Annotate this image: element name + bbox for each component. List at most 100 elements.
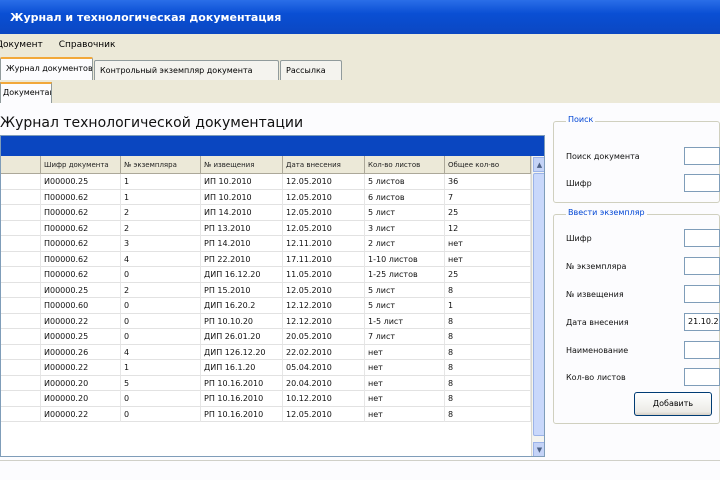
table-cell <box>1 375 41 391</box>
table-cell: 12.05.2010 <box>283 282 365 298</box>
table-cell <box>1 406 41 422</box>
tab-document-journal[interactable]: Журнал документов <box>0 57 93 80</box>
table-cell: И00000.26 <box>41 344 121 360</box>
column-header[interactable]: Шифр документа <box>41 156 121 174</box>
column-header[interactable]: № экземпляра <box>121 156 201 174</box>
column-header[interactable]: Кол-во листов <box>365 156 445 174</box>
grid-caption-bar <box>1 136 544 156</box>
table-cell: 10.12.2010 <box>283 391 365 406</box>
name-input[interactable] <box>684 341 720 359</box>
window-title-bar[interactable]: Журнал и технологическая документация <box>0 0 720 34</box>
table-cell <box>1 174 41 189</box>
scroll-down-icon[interactable]: ▼ <box>533 442 544 456</box>
grid-vertical-scrollbar[interactable]: ▲ ▼ <box>531 156 544 456</box>
table-cell: 12.12.2010 <box>283 313 365 329</box>
tab-control-copy[interactable]: Контрольный экземпляр документа <box>94 60 279 80</box>
table-row[interactable]: И00000.25 0 ДИП 26.01.20 20.05.2010 7 лист 8 <box>1 329 531 345</box>
table-cell <box>1 391 41 406</box>
table-cell: 7 <box>445 189 531 205</box>
table-row[interactable]: И00000.20 0 РП 10.16.2010 10.12.2010 нет 8 <box>1 391 531 407</box>
table-cell: 8 <box>445 313 531 329</box>
table-cell: 8 <box>445 329 531 344</box>
notice-number-input[interactable] <box>684 285 720 303</box>
sheet-count-input[interactable] <box>684 368 720 386</box>
table-cell: 12.05.2010 <box>283 174 365 189</box>
scrollbar-thumb[interactable] <box>533 173 544 436</box>
add-cipher-input[interactable] <box>684 229 720 247</box>
table-cell: 22.02.2010 <box>283 344 365 360</box>
table-cell: ДИП 16.20.2 <box>201 298 283 313</box>
search-group-title: Поиск <box>566 115 596 124</box>
table-row[interactable]: И00000.22 0 РП 10.16.2010 12.05.2010 нет 8 <box>1 406 531 422</box>
table-cell: 5 лист <box>365 282 445 298</box>
search-document-input[interactable] <box>684 147 720 165</box>
table-row[interactable]: П00000.62 3 РП 14.2010 12.11.2010 2 лист нет <box>1 236 531 252</box>
table-cell <box>1 267 41 282</box>
table-cell <box>1 189 41 205</box>
subtab-documentation[interactable]: Документация <box>0 82 52 103</box>
table-cell: нет <box>365 391 445 406</box>
table-row[interactable]: И00000.25 1 ИП 10.2010 12.05.2010 5 листов 36 <box>1 174 531 190</box>
column-header[interactable] <box>1 156 41 174</box>
menu-item-document[interactable]: Документ <box>0 40 51 50</box>
table-cell: 11.05.2010 <box>283 267 365 282</box>
column-header[interactable]: Общее кол-во <box>445 156 531 174</box>
table-cell: 5 <box>121 375 201 391</box>
table-cell: 8 <box>445 360 531 375</box>
table-cell: 20.04.2010 <box>283 375 365 391</box>
table-cell: 1-10 листов <box>365 251 445 267</box>
tab-distribution[interactable]: Рассылка <box>280 60 342 80</box>
table-cell: 5 лист <box>365 205 445 220</box>
table-cell <box>1 220 41 236</box>
table-row[interactable]: И00000.22 0 РП 10.10.20 12.12.2010 1-5 лист 8 <box>1 313 531 329</box>
table-cell: И00000.22 <box>41 406 121 422</box>
entry-date-label: Дата внесения <box>566 318 629 327</box>
table-row[interactable]: П00000.60 0 ДИП 16.20.2 12.12.2010 5 лист 1 <box>1 298 531 314</box>
table-cell: нет <box>365 406 445 422</box>
table-cell: 0 <box>121 329 201 344</box>
table-cell: 12 <box>445 220 531 236</box>
table-cell: 25 <box>445 267 531 282</box>
copy-number-input[interactable] <box>684 257 720 275</box>
table-cell: нет <box>365 344 445 360</box>
table-cell: 4 <box>121 251 201 267</box>
documents-grid[interactable]: Шифр документа № экземпляра № извещения … <box>0 135 545 457</box>
table-cell: РП 10.16.2010 <box>201 406 283 422</box>
table-cell: ИП 14.2010 <box>201 205 283 220</box>
notice-number-label: № извещения <box>566 290 624 299</box>
table-row[interactable]: П00000.62 1 ИП 10.2010 12.05.2010 6 листов 7 <box>1 189 531 205</box>
table-cell: И00000.20 <box>41 391 121 406</box>
table-cell: РП 15.2010 <box>201 282 283 298</box>
table-cell: 7 лист <box>365 329 445 344</box>
table-cell: П00000.62 <box>41 220 121 236</box>
search-cipher-input[interactable] <box>684 174 720 192</box>
table-cell: ДИП 16.12.20 <box>201 267 283 282</box>
table-cell: 2 лист <box>365 236 445 251</box>
table-cell: 8 <box>445 406 531 422</box>
table-row[interactable]: П00000.62 0 ДИП 16.12.20 11.05.2010 1-25 лис… <box>1 267 531 283</box>
table-cell: 8 <box>445 391 531 406</box>
table-cell: П00000.62 <box>41 236 121 251</box>
table-row[interactable]: И00000.25 2 РП 15.2010 12.05.2010 5 лист 8 <box>1 282 531 298</box>
table-cell: П00000.62 <box>41 251 121 267</box>
table-cell: 0 <box>121 406 201 422</box>
table-cell: И00000.20 <box>41 375 121 391</box>
table-cell <box>1 205 41 220</box>
table-row[interactable]: П00000.62 2 РП 13.2010 12.05.2010 3 лист 12 <box>1 220 531 236</box>
copy-number-label: № экземпляра <box>566 262 627 271</box>
table-cell: РП 13.2010 <box>201 220 283 236</box>
column-header[interactable]: № извещения <box>201 156 283 174</box>
column-header[interactable]: Дата внесения <box>283 156 365 174</box>
table-cell <box>1 329 41 344</box>
scroll-up-icon[interactable]: ▲ <box>533 157 544 172</box>
add-button[interactable]: Добавить <box>634 392 712 416</box>
table-row[interactable]: И00000.22 1 ДИП 16.1.20 05.04.2010 нет 8 <box>1 360 531 376</box>
table-row[interactable]: П00000.62 2 ИП 14.2010 12.05.2010 5 лист 25 <box>1 205 531 221</box>
table-cell: 12.05.2010 <box>283 205 365 220</box>
table-row[interactable]: И00000.26 4 ДИП 126.12.20 22.02.2010 нет 8 <box>1 344 531 360</box>
entry-date-picker[interactable]: 21.10.2010 <box>684 313 720 331</box>
table-row[interactable]: П00000.62 4 РП 22.2010 17.11.2010 1-10 листо… <box>1 251 531 267</box>
table-cell <box>1 236 41 251</box>
menu-item-reference[interactable]: Справочник <box>51 40 124 50</box>
table-row[interactable]: И00000.20 5 РП 10.16.2010 20.04.2010 нет 8 <box>1 375 531 391</box>
